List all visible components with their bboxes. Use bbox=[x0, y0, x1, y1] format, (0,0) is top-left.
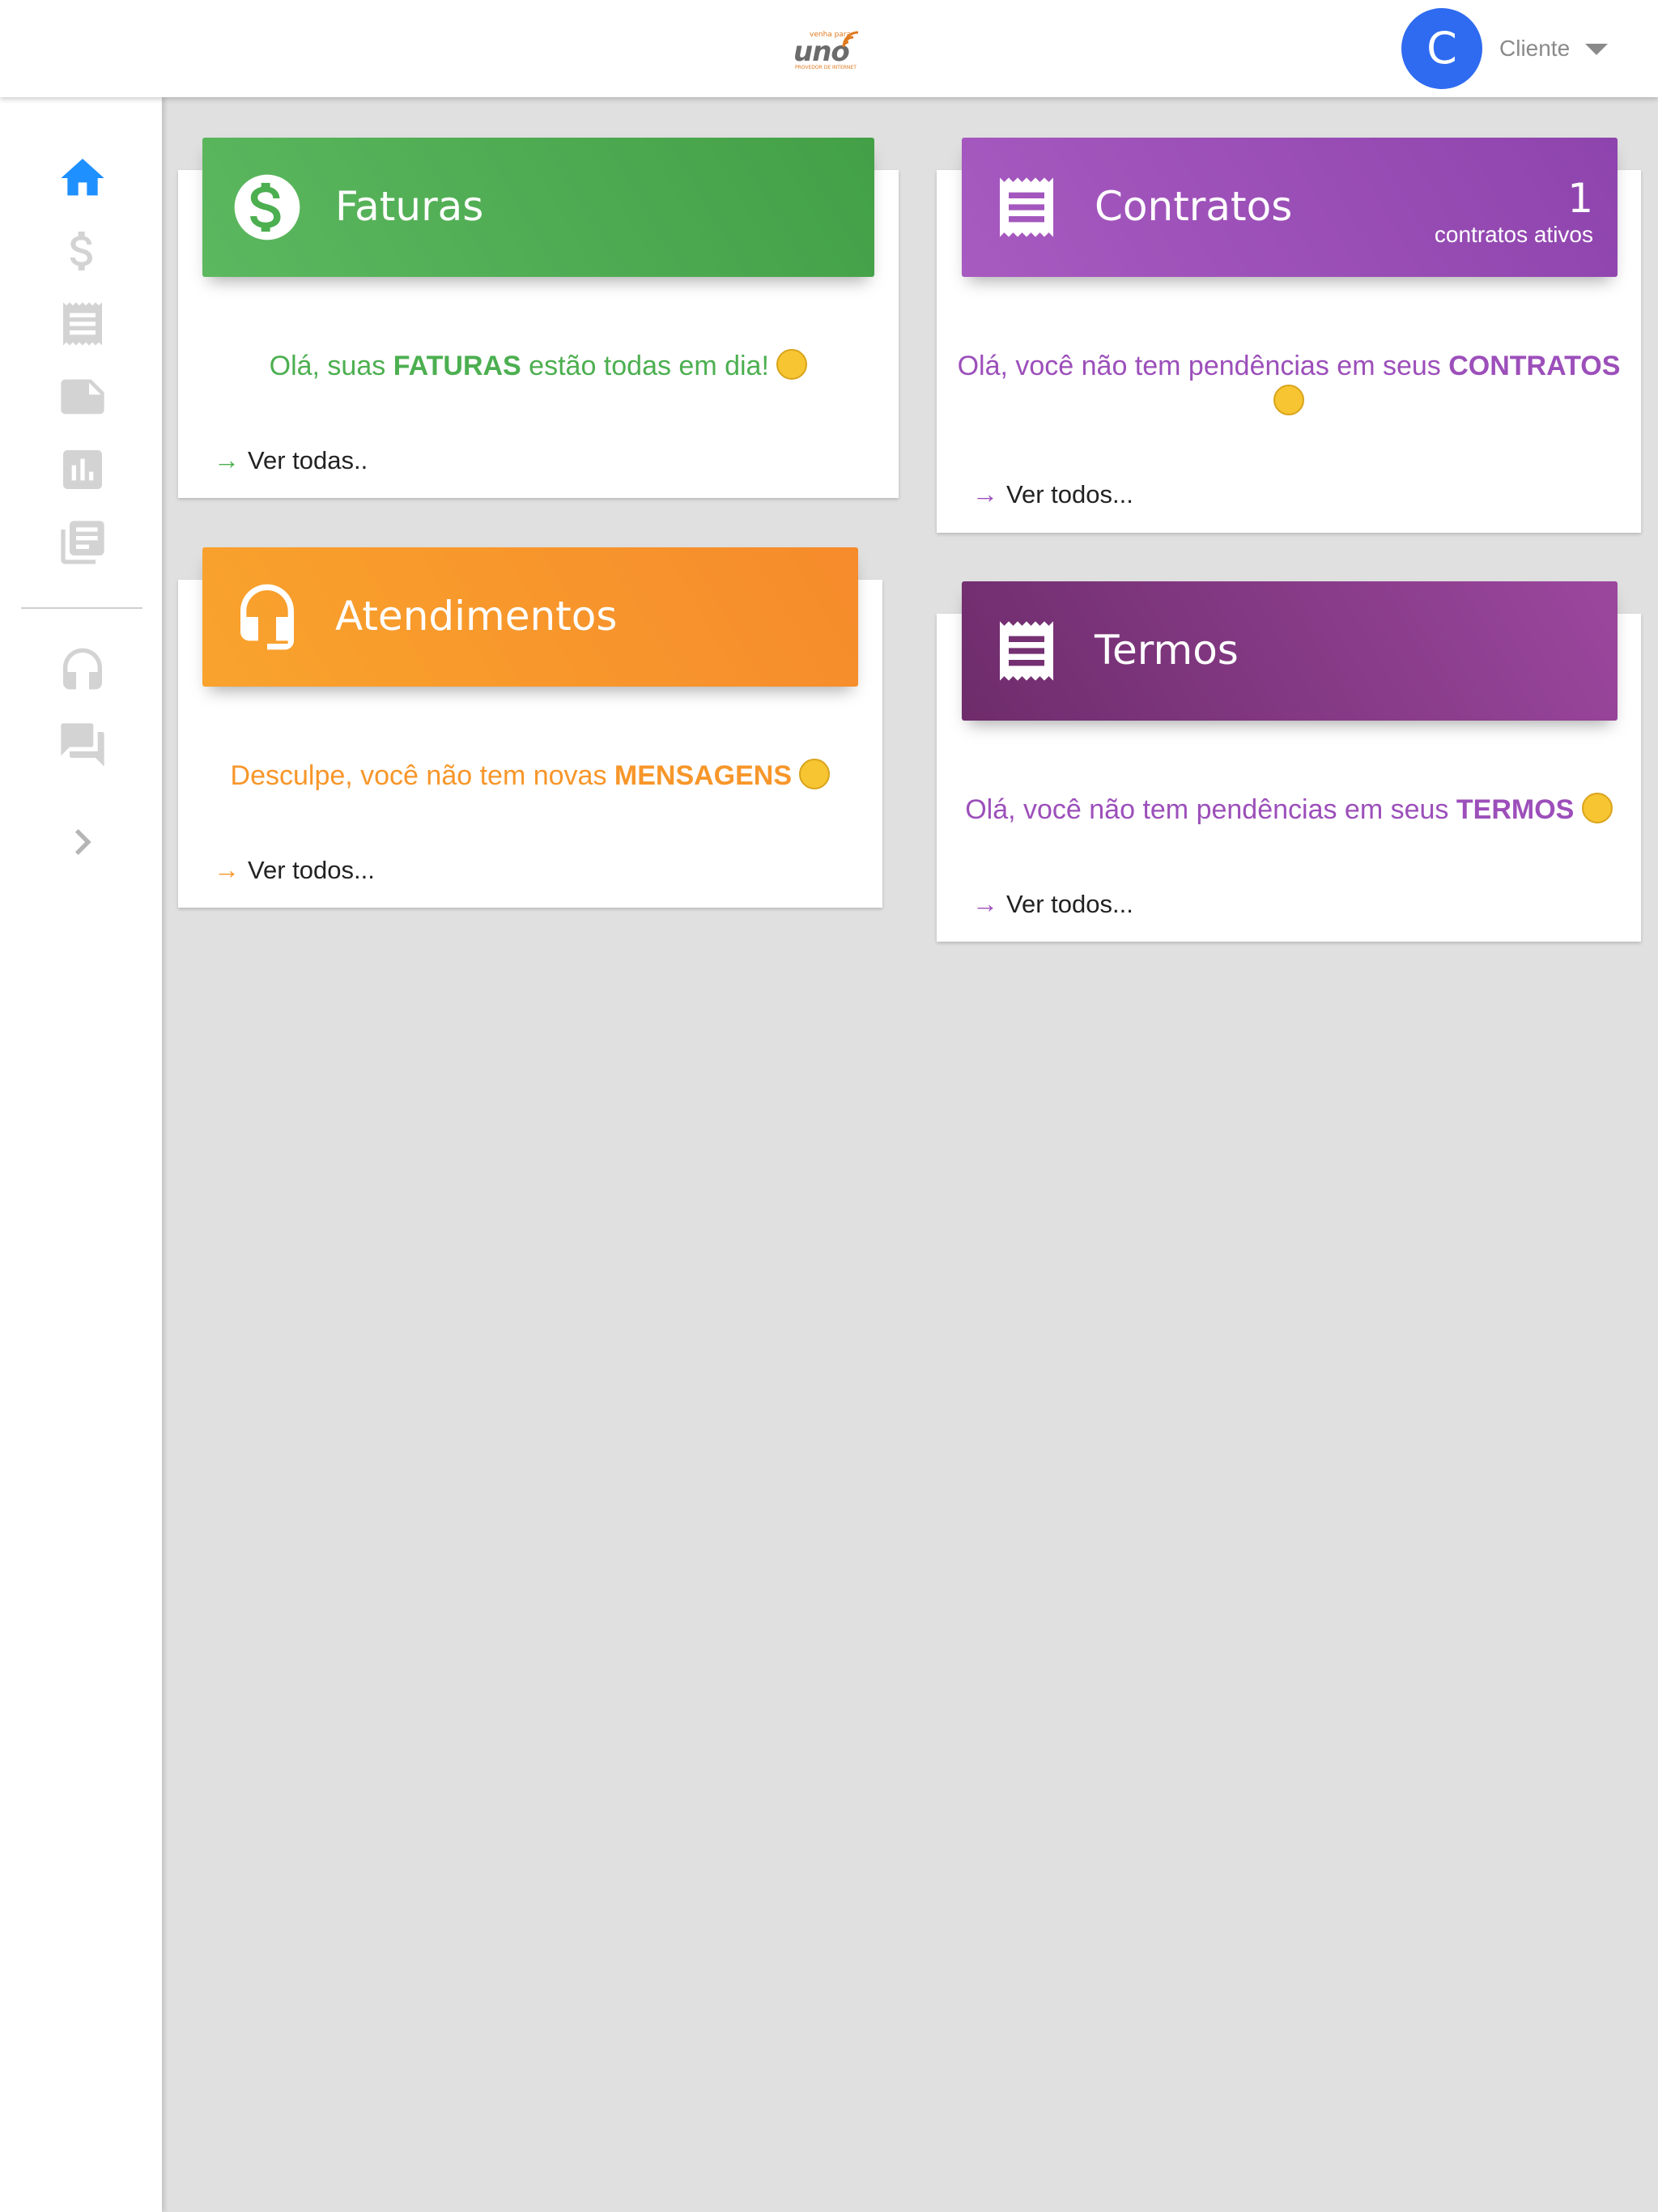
uno-logo[interactable]: venha para uno PROVEDOR DE INTERNET bbox=[785, 24, 866, 73]
contratos-keyword: CONTRATOS bbox=[1448, 351, 1621, 381]
faturas-header[interactable]: Faturas bbox=[202, 138, 874, 277]
atendimentos-keyword: MENSAGENS bbox=[614, 760, 793, 791]
atendimentos-header[interactable]: Atendimentos bbox=[202, 547, 858, 687]
headset-icon bbox=[240, 584, 294, 650]
chevron-right-icon[interactable] bbox=[57, 816, 108, 868]
note-icon[interactable] bbox=[57, 371, 108, 423]
wifi-icon bbox=[842, 31, 859, 48]
user-menu-caret-icon[interactable] bbox=[1585, 44, 1608, 55]
contratos-header[interactable]: Contratos 1 contratos ativos bbox=[962, 138, 1618, 277]
arrow-right-icon: → bbox=[214, 445, 240, 474]
termos-see-all-link[interactable]: → Ver todos... bbox=[972, 889, 1133, 919]
dollar-icon[interactable] bbox=[57, 225, 108, 277]
termos-message: Olá, você não tem pendências em seus TER… bbox=[937, 792, 1641, 827]
receipt-icon bbox=[1000, 177, 1053, 237]
arrow-right-icon: → bbox=[972, 889, 998, 918]
contratos-count: 1 bbox=[1567, 175, 1593, 222]
headset-icon[interactable] bbox=[57, 646, 108, 698]
library-books-icon[interactable] bbox=[57, 517, 108, 568]
contratos-see-all-link[interactable]: → Ver todos... bbox=[972, 479, 1133, 509]
app-header: venha para uno PROVEDOR DE INTERNET C Cl… bbox=[0, 0, 1658, 97]
arrow-right-icon: → bbox=[214, 855, 240, 884]
faturas-title: Faturas bbox=[335, 183, 484, 230]
sidebar-nav bbox=[0, 97, 162, 2212]
termos-keyword: TERMOS bbox=[1456, 794, 1575, 825]
grin-emoji-icon bbox=[1581, 793, 1613, 823]
faturas-message: Olá, suas FATURAS estão todas em dia! bbox=[178, 348, 899, 384]
atendimentos-title: Atendimentos bbox=[335, 593, 618, 640]
contratos-message: Olá, você não tem pendências em seus CON… bbox=[937, 348, 1641, 419]
sidebar-divider bbox=[21, 607, 142, 609]
forum-icon[interactable] bbox=[57, 719, 108, 771]
faturas-keyword: FATURAS bbox=[393, 351, 521, 381]
contratos-count-label: contratos ativos bbox=[1434, 222, 1593, 247]
wink-emoji-icon bbox=[776, 349, 808, 380]
home-icon[interactable] bbox=[57, 152, 108, 204]
atendimentos-message: Desculpe, você não tem novas MENSAGENS bbox=[178, 758, 882, 793]
receipt-icon bbox=[1000, 621, 1053, 681]
grin-emoji-icon bbox=[1273, 385, 1304, 415]
contratos-title: Contratos bbox=[1095, 183, 1293, 230]
termos-title: Termos bbox=[1095, 627, 1239, 674]
termos-header[interactable]: Termos bbox=[962, 581, 1618, 721]
arrow-right-icon: → bbox=[972, 479, 998, 508]
bar-chart-icon[interactable] bbox=[57, 444, 108, 496]
user-avatar[interactable]: C bbox=[1401, 8, 1482, 89]
user-name[interactable]: Cliente bbox=[1499, 36, 1570, 62]
faturas-see-all-link[interactable]: → Ver todas.. bbox=[214, 445, 368, 475]
logo-tagline: PROVEDOR DE INTERNET bbox=[795, 65, 857, 70]
receipt-icon[interactable] bbox=[57, 298, 108, 350]
confused-emoji-icon bbox=[799, 759, 831, 789]
dollar-circle-icon bbox=[234, 174, 300, 240]
atendimentos-see-all-link[interactable]: → Ver todos... bbox=[214, 855, 375, 885]
